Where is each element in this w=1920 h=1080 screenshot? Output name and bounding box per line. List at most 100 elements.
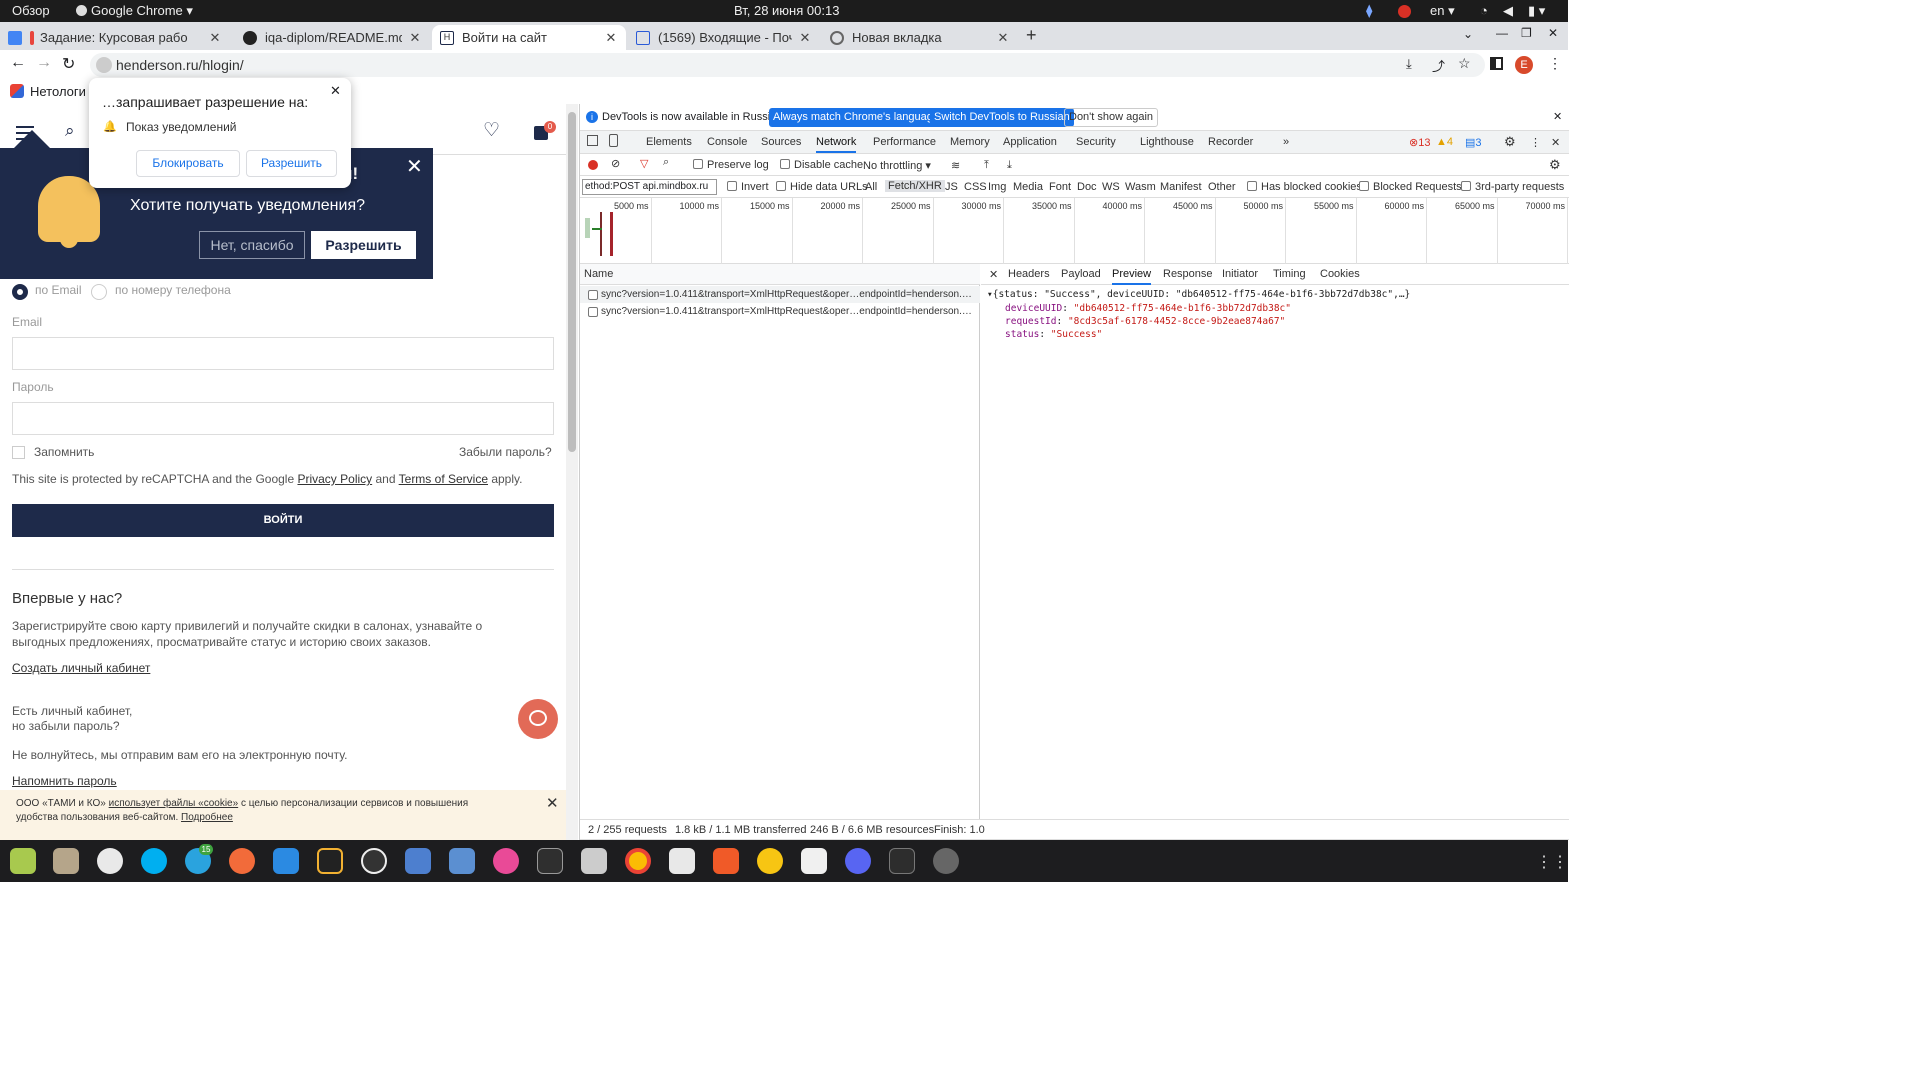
krita-icon[interactable] [449,848,475,874]
email-field[interactable] [12,337,554,370]
preview-summary[interactable]: ▾{status: "Success", deviceUUID: "db6405… [987,289,1410,300]
network-conditions-icon[interactable]: ≋ [951,159,960,172]
vk-icon[interactable] [801,848,827,874]
activities-button[interactable]: Обзор [12,3,50,18]
type-wasm[interactable]: Wasm [1125,181,1156,193]
volume-icon[interactable]: ◀ [1503,3,1513,19]
tab-network[interactable]: Network [816,136,857,153]
tab-login[interactable]: H Войти на сайт ✕ [432,25,626,50]
dont-show-button[interactable]: Don't show again [1064,108,1159,127]
wifi-icon[interactable]: ◔ [1480,3,1488,18]
activities-icon[interactable] [10,848,36,874]
permission-close-icon[interactable]: ✕ [330,83,341,99]
search-icon[interactable]: ⌕ [65,121,75,141]
throttling-select[interactable]: No throttling ▾ [863,159,931,172]
obs-icon[interactable] [361,848,387,874]
type-all[interactable]: All [865,181,877,193]
filter-input[interactable]: ethod:POST api.mindbox.ru [582,179,717,195]
tab-recorder[interactable]: Recorder [1208,136,1253,148]
message-count[interactable]: ▤3 [1465,136,1482,149]
third-party-checkbox[interactable]: 3rd-party requests [1461,181,1564,193]
settings-gear-icon[interactable]: ⚙ [1504,134,1516,150]
has-blocked-cookies-checkbox[interactable]: Has blocked cookies [1247,181,1362,193]
back-icon[interactable]: ← [10,54,26,72]
type-media[interactable]: Media [1013,181,1043,193]
close-icon[interactable]: ✕ [996,30,1010,46]
cookie-more-link[interactable]: Подробнее [181,812,233,823]
type-ws[interactable]: WS [1102,181,1120,193]
postman-icon[interactable] [229,848,255,874]
notification-icon[interactable] [1398,5,1411,18]
banner-close-icon[interactable]: ✕ [406,154,423,179]
request-row[interactable]: sync?version=1.0.411&transport=XmlHttpRe… [580,286,980,303]
hide-data-urls-checkbox[interactable]: Hide data URLs [776,181,868,193]
vim-icon[interactable] [581,848,607,874]
bookmark-star-icon[interactable]: ☆ [1458,55,1471,72]
profile-avatar[interactable]: E [1515,56,1533,74]
vscode-icon[interactable] [273,848,299,874]
type-css[interactable]: CSS [964,181,987,193]
battery-icon[interactable]: ▮ ▾ [1528,3,1545,19]
maximize-icon[interactable]: ❐ [1521,26,1532,40]
detail-tab-headers[interactable]: Headers [1008,268,1050,280]
export-har-icon[interactable]: ⤓ [1007,159,1012,172]
forgot-password-link[interactable]: Забыли пароль? [459,445,552,459]
infobar-close-icon[interactable]: ✕ [1553,110,1562,123]
type-font[interactable]: Font [1049,181,1071,193]
type-doc[interactable]: Doc [1077,181,1097,193]
tab-sources[interactable]: Sources [761,136,801,148]
app-menu[interactable]: Google Chrome ▾ [76,3,193,19]
match-language-button[interactable]: Always match Chrome's language [769,108,943,127]
tab-console[interactable]: Console [707,136,747,148]
devtools-menu-icon[interactable]: ⋮ [1530,136,1541,149]
close-icon[interactable]: ✕ [408,30,422,46]
cookie-policy-link[interactable]: использует файлы «cookie» [109,798,239,809]
intellij-icon[interactable] [317,848,343,874]
xmind-icon[interactable] [713,848,739,874]
create-account-link[interactable]: Создать личный кабинет [12,661,150,675]
discord-icon[interactable] [845,848,871,874]
files-icon[interactable] [53,848,79,874]
inspect-icon[interactable] [587,135,598,146]
tab-coursework[interactable]: Задание: Курсовая рабо ✕ [0,25,230,50]
firefox-icon[interactable] [493,848,519,874]
tab-lighthouse[interactable]: Lighthouse [1140,136,1194,148]
detail-tab-initiator[interactable]: Initiator [1222,268,1258,280]
address-bar[interactable]: henderson.ru/hlogin/ ⤓ ⤴ ☆ [90,53,1485,77]
tab-performance[interactable]: Performance [873,136,936,148]
detail-close-icon[interactable]: ✕ [989,268,998,281]
login-submit-button[interactable]: ВОЙТИ [12,504,554,537]
remmina-icon[interactable] [405,848,431,874]
bookmark-netology[interactable]: Нетологи [30,84,86,99]
detail-tab-cookies[interactable]: Cookies [1320,268,1360,280]
close-icon[interactable]: ✕ [798,30,812,46]
tab-security[interactable]: Security [1076,136,1116,148]
side-panel-icon[interactable] [1490,57,1503,70]
devtools-close-icon[interactable]: ✕ [1551,136,1560,149]
disable-cache-checkbox[interactable]: Disable cache [780,159,863,171]
privacy-policy-link[interactable]: Privacy Policy [297,472,372,486]
network-settings-icon[interactable]: ⚙ [1549,157,1561,173]
bitrix-icon[interactable] [757,848,783,874]
type-manifest[interactable]: Manifest [1160,181,1202,193]
terms-link[interactable]: Terms of Service [399,472,488,486]
detail-tab-timing[interactable]: Timing [1273,268,1306,280]
allow-button[interactable]: Разрешить [246,150,337,177]
radio-email[interactable] [12,284,28,300]
page-scrollbar[interactable] [566,104,578,840]
close-icon[interactable]: ✕ [604,30,618,46]
banner-allow-button[interactable]: Разрешить [311,231,416,259]
settings-icon[interactable] [933,848,959,874]
banner-no-button[interactable]: Нет, спасибо [199,231,305,259]
clear-icon[interactable]: ⊘ [611,157,620,170]
close-window-icon[interactable]: ✕ [1548,26,1558,40]
terminal-icon[interactable] [889,848,915,874]
language-switch[interactable]: en ▾ [1430,3,1455,19]
minimize-icon[interactable]: — [1496,26,1508,40]
password-field[interactable] [12,402,554,435]
scrollbar-thumb[interactable] [568,112,576,452]
type-img[interactable]: Img [988,181,1006,193]
tab-github[interactable]: iqa-diplom/README.md ✕ [235,25,430,50]
chrome-taskbar-icon[interactable] [625,848,651,874]
tab-new[interactable]: Новая вкладка ✕ [822,25,1018,50]
